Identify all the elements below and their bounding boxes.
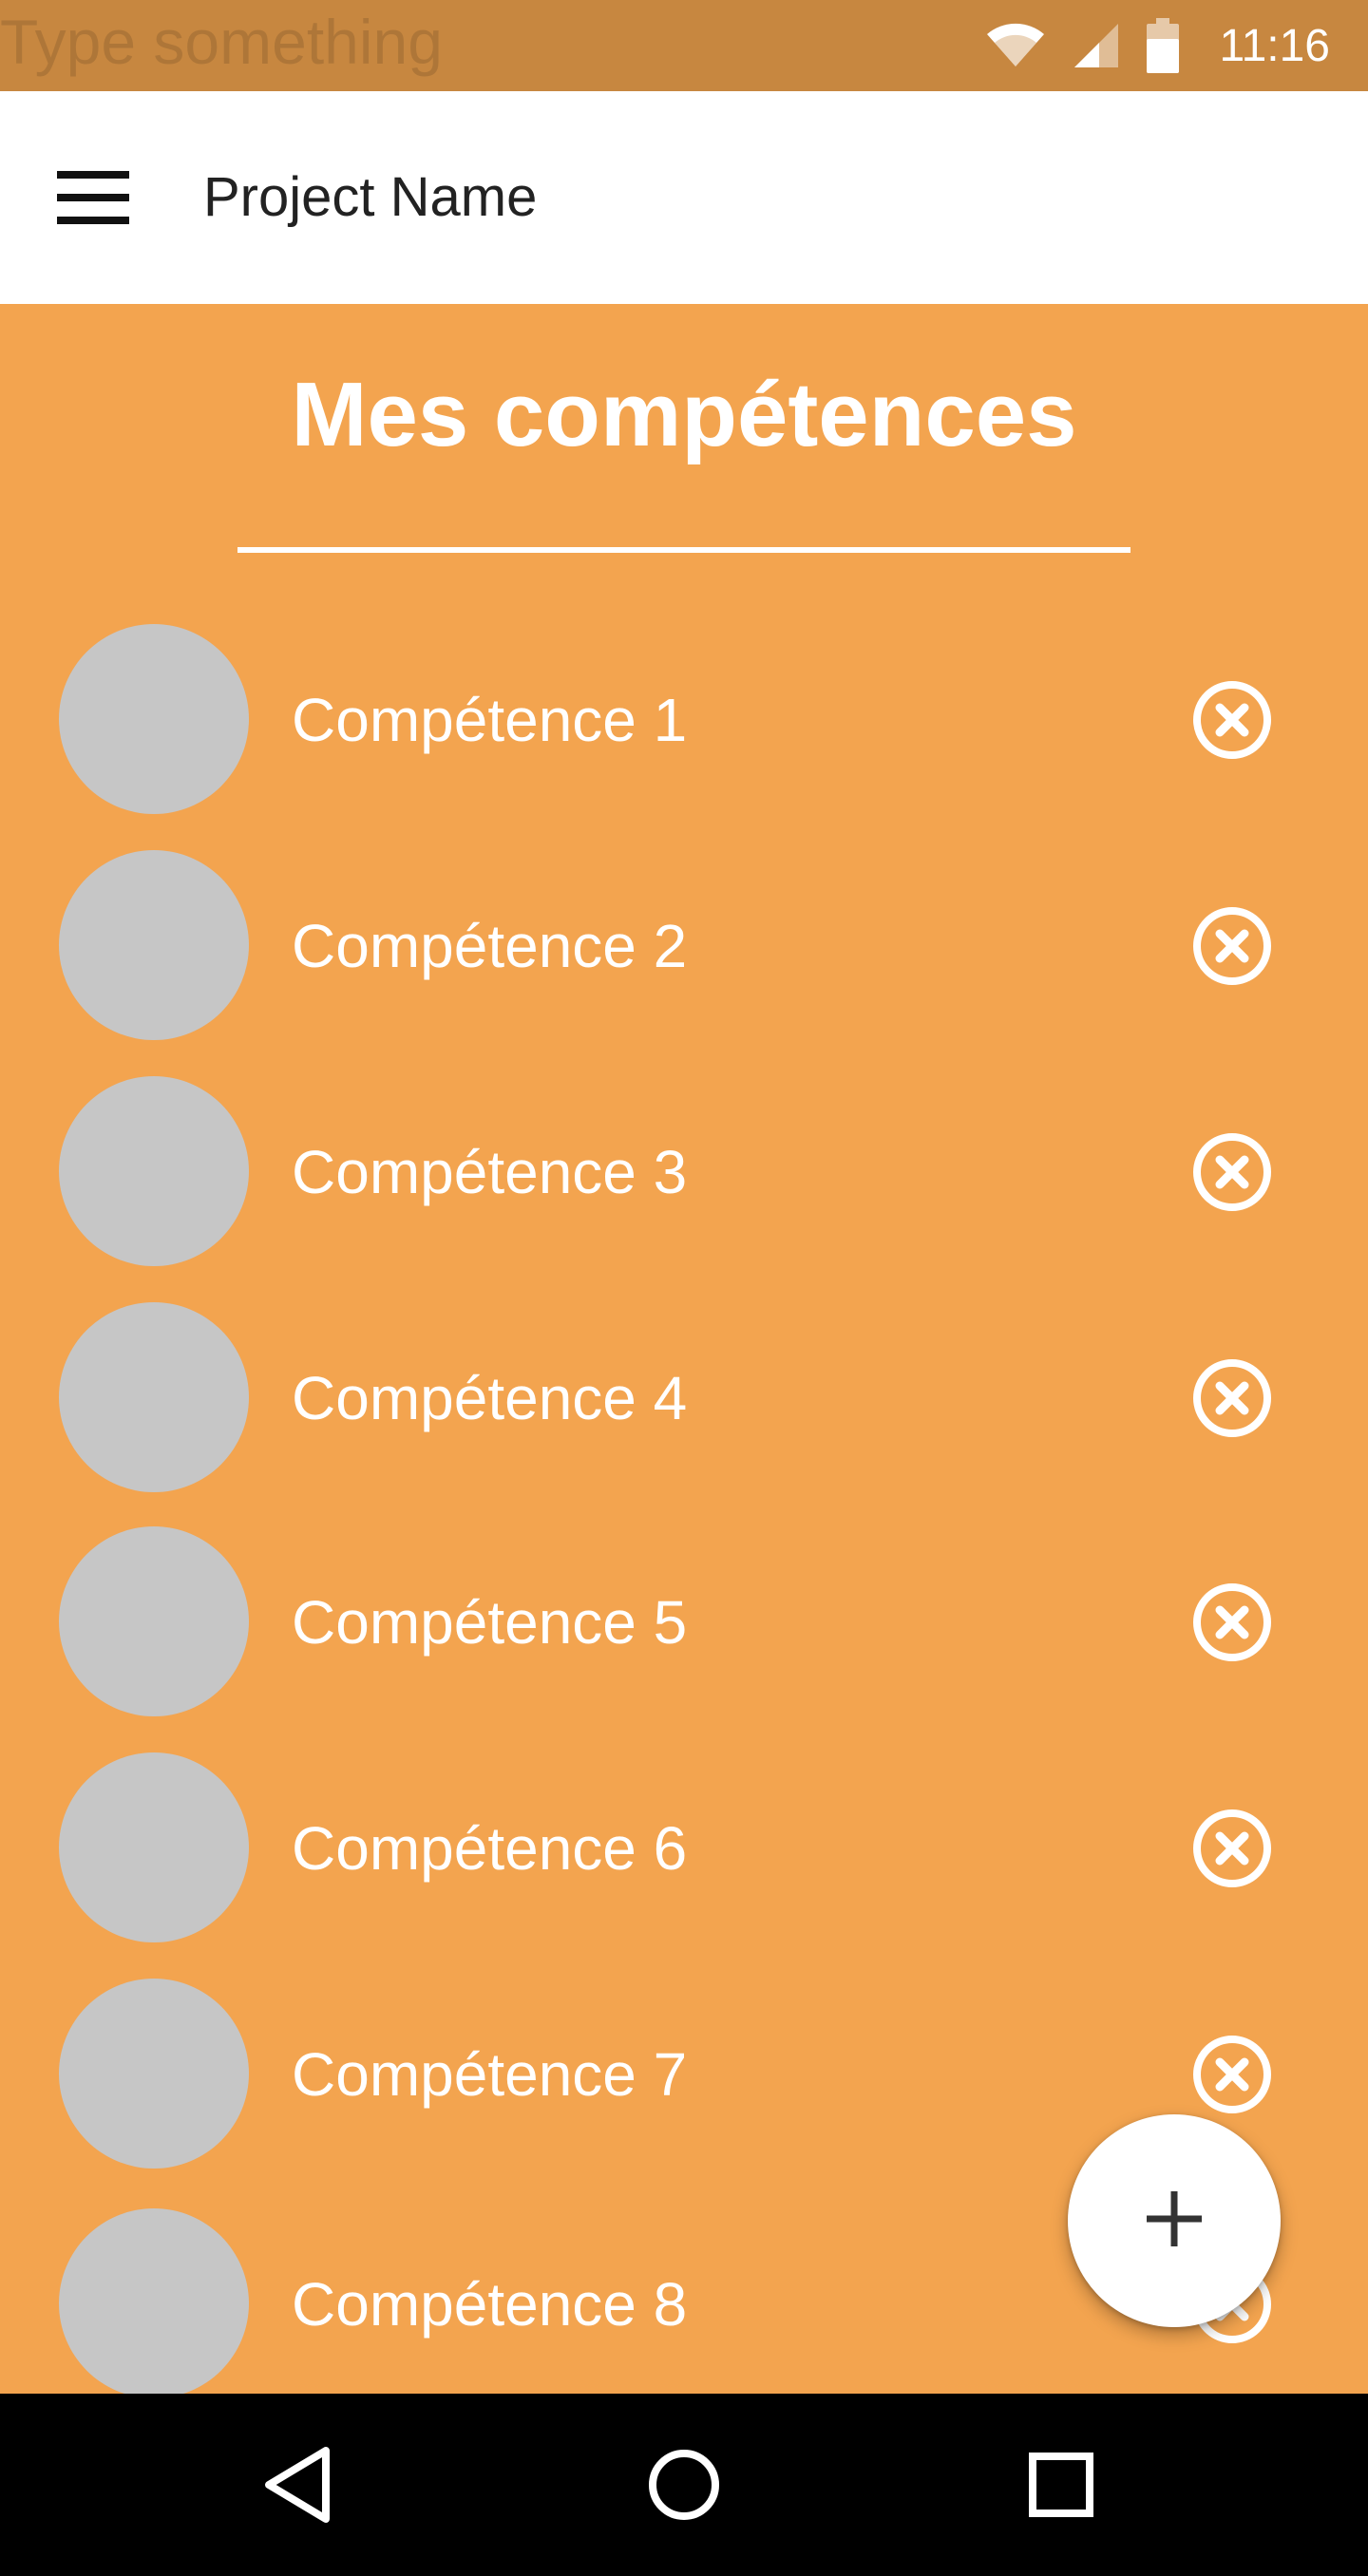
status-hint-text: Type something [0,7,443,77]
section-title: Mes compétences [291,364,1077,465]
remove-circle-icon[interactable] [1192,2035,1272,2114]
status-icons: 11:16 [985,0,1330,91]
remove-circle-icon[interactable] [1192,1809,1272,1888]
status-time: 11:16 [1219,20,1330,71]
remove-circle-icon[interactable] [1192,906,1272,986]
skill-label: Compétence 1 [292,686,688,754]
back-icon[interactable] [252,2437,347,2532]
avatar [59,850,249,1040]
avatar [59,1076,249,1266]
app-title: Project Name [203,166,538,228]
add-skill-button[interactable] [1068,2114,1281,2327]
skill-label: Compétence 8 [292,2270,688,2339]
avatar [59,1979,249,2169]
list-item: Compétence 4 [0,1298,1368,1498]
signal-icon [1073,22,1120,69]
skill-label: Compétence 2 [292,912,688,980]
list-item: Compétence 1 [0,620,1368,820]
skill-label: Compétence 5 [292,1588,688,1657]
avatar [59,1752,249,1942]
skill-label: Compétence 4 [292,1364,688,1432]
list-item: Compétence 6 [0,1749,1368,1948]
home-icon[interactable] [636,2437,732,2532]
skill-label: Compétence 3 [292,1138,688,1206]
nav-bar [0,2394,1368,2576]
battery-icon [1147,18,1180,73]
status-bar: Type something 11:16 [0,0,1368,91]
app-bar: Project Name [0,91,1368,304]
wifi-icon [985,23,1046,68]
avatar [59,2208,249,2398]
section-divider [238,547,1130,553]
avatar [59,624,249,814]
remove-circle-icon[interactable] [1192,1358,1272,1438]
remove-circle-icon[interactable] [1192,1582,1272,1662]
avatar [59,1526,249,1716]
skill-label: Compétence 6 [292,1814,688,1883]
list-item: Compétence 2 [0,846,1368,1046]
hamburger-menu-icon[interactable] [57,161,142,234]
skill-label: Compétence 7 [292,2040,688,2109]
recents-icon[interactable] [1014,2437,1109,2532]
remove-circle-icon[interactable] [1192,1132,1272,1212]
avatar [59,1302,249,1492]
list-item: Compétence 5 [0,1523,1368,1722]
remove-circle-icon[interactable] [1192,680,1272,760]
list-item: Compétence 3 [0,1072,1368,1272]
plus-icon [1145,2189,1204,2253]
